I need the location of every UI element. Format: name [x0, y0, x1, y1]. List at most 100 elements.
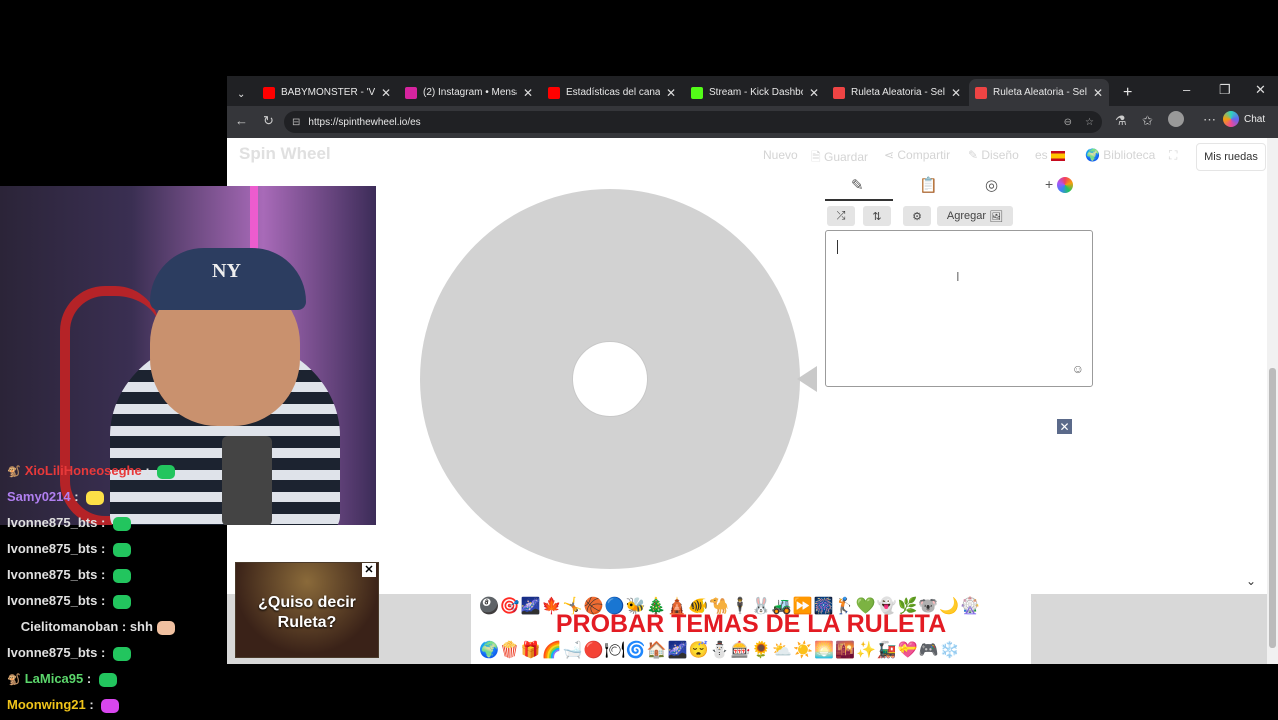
address-toolbar: ← ↻ ⊟ https://spinthewheel.io/es ⊖ ☆ ⚗ ✩… [227, 106, 1278, 138]
color-wheel-icon [1057, 177, 1074, 194]
chat-username[interactable]: Cielitomanoban [21, 619, 119, 634]
web-page: Spin Wheel Nuevo 🗎 Guardar ⋖ Compartir ✎… [227, 138, 1267, 664]
copilot-icon [1223, 111, 1239, 127]
tab-title: (2) Instagram • Mensaje [423, 87, 517, 98]
fullscreen-icon[interactable]: ⛶ [1169, 148, 1177, 163]
entries-textarea[interactable]: I ☺ [825, 230, 1093, 387]
browser-window: ⌄ BABYMONSTER - 'V✕(2) Instagram • Mensa… [227, 76, 1278, 664]
chat-username[interactable]: XioLiliHoneoseghe [25, 463, 142, 478]
tab-bar: ⌄ BABYMONSTER - 'V✕(2) Instagram • Mensa… [227, 76, 1278, 106]
profile-avatar-icon[interactable] [1168, 111, 1184, 127]
nav-diseno-label: Diseño [981, 148, 1019, 162]
nav-nuevo[interactable]: Nuevo [763, 148, 798, 162]
chat-username[interactable]: Ivonne875_bts [7, 567, 97, 582]
chat-username[interactable]: Ivonne875_bts [7, 645, 97, 660]
chat-username[interactable]: LaMica95 [25, 671, 84, 686]
close-tab-icon[interactable]: ✕ [666, 86, 676, 100]
chat-username[interactable]: Ivonne875_bts [7, 515, 97, 530]
close-tab-icon[interactable]: ✕ [381, 86, 391, 100]
chat-separator: : [83, 671, 95, 686]
nav-diseno[interactable]: ✎ Diseño [968, 148, 1019, 162]
chat-emote-icon [112, 646, 131, 661]
nav-biblioteca[interactable]: 🌍 Biblioteca [1085, 148, 1155, 162]
minimize-icon[interactable]: – [1183, 82, 1190, 97]
chat-emote-icon [112, 568, 131, 583]
wheel-center[interactable] [572, 341, 648, 417]
favorite-star-icon[interactable]: ☆ [1085, 117, 1094, 128]
more-menu-icon[interactable]: ⋯ [1203, 112, 1216, 128]
browser-tab[interactable]: BABYMONSTER - 'V ✕ [257, 79, 397, 106]
url-text: https://spinthewheel.io/es [308, 116, 421, 128]
copilot-chat-button[interactable]: Chat [1223, 111, 1265, 127]
tab-favicon-icon [548, 86, 560, 99]
chat-message: 🐒 XioLiliHoneoseghe : [7, 463, 176, 479]
wheel-pointer-icon [797, 366, 817, 392]
restore-icon[interactable]: ❐ [1219, 82, 1231, 98]
tab-title: Stream - Kick Dashboard [709, 87, 803, 98]
nav-language[interactable]: es [1035, 148, 1066, 162]
chat-message: 🐒 LaMica95 : [7, 671, 117, 687]
refresh-icon[interactable]: ↻ [263, 113, 274, 129]
spin-wheel[interactable] [420, 189, 800, 569]
close-tab-icon[interactable]: ✕ [809, 86, 819, 100]
spain-flag-icon [1051, 150, 1066, 161]
tab-title: Estadísticas del canal - Y [566, 87, 660, 98]
add-wheel-button[interactable]: + [1045, 176, 1074, 194]
chat-separator: : [97, 541, 109, 556]
browser-tab[interactable]: Ruleta Aleatoria - Selecc ✕ [969, 79, 1109, 106]
chat-emote-icon [112, 594, 131, 609]
active-tab-indicator [825, 199, 893, 201]
ad-banner[interactable]: 🎱🎯🌌🍁🤸🏀🔵🐝🎄🛕🐠🐪🕴🐰🚜⏩🎆🏌💚👻🌿🐨🌙🎡 PROBAR TEMAS DE… [471, 594, 1031, 664]
site-info-icon[interactable]: ⊟ [292, 117, 300, 128]
close-tab-icon[interactable]: ✕ [1093, 86, 1103, 100]
tab-list-icon[interactable]: ⌄ [231, 81, 251, 108]
chat-username[interactable]: Moonwing21 [7, 697, 86, 712]
chat-emote-icon [157, 464, 176, 479]
settings-gear-icon[interactable]: ⚙ [903, 206, 931, 226]
emoji-picker-icon[interactable]: ☺ [1072, 362, 1084, 376]
close-ad-icon[interactable]: ✕ [1057, 419, 1072, 434]
tab-favicon-icon [691, 86, 703, 99]
chat-separator: : [85, 697, 98, 712]
edit-pencil-icon[interactable]: ✎ [851, 176, 864, 194]
agregar-button[interactable]: Agregar 🖼 [937, 206, 1013, 226]
tab-title: Ruleta Aleatoria - Selecc [993, 87, 1087, 98]
close-window-icon[interactable]: ✕ [1255, 82, 1266, 98]
language-code: es [1035, 148, 1048, 162]
shuffle-button[interactable]: ⤮ [827, 206, 855, 226]
scrollbar-thumb[interactable] [1269, 368, 1276, 648]
chat-username[interactable]: Ivonne875_bts [7, 593, 97, 608]
nav-guardar-label: Guardar [823, 150, 869, 164]
chat-emote-icon [101, 698, 120, 713]
tab-favicon-icon [975, 86, 987, 99]
chat-username[interactable]: Ivonne875_bts [7, 541, 97, 556]
block-icon[interactable]: ⊖ [1064, 117, 1072, 128]
browser-tab[interactable]: (2) Instagram • Mensaje ✕ [399, 79, 539, 106]
close-tab-icon[interactable]: ✕ [951, 86, 961, 100]
extensions-icon[interactable]: ⚗ [1115, 113, 1127, 129]
nav-guardar[interactable]: 🗎 Guardar [811, 148, 868, 169]
roulette-ad[interactable]: ¿Quiso decir Ruleta? ✕ [235, 562, 379, 658]
scrollbar[interactable] [1267, 138, 1278, 664]
ibeam-cursor-icon: I [956, 269, 960, 284]
chat-emote-icon [98, 672, 117, 687]
sort-button[interactable]: ⇅ [863, 206, 891, 226]
favorites-icon[interactable]: ✩ [1142, 113, 1153, 129]
results-clipboard-icon[interactable]: 📋 [919, 176, 938, 194]
hide-eye-icon[interactable]: ◎ [985, 176, 998, 194]
site-logo[interactable]: Spin Wheel [239, 144, 331, 164]
browser-tab[interactable]: Ruleta Aleatoria - Selecc ✕ [827, 79, 967, 106]
address-bar[interactable]: ⊟ https://spinthewheel.io/es ⊖ ☆ [284, 111, 1102, 133]
close-icon[interactable]: ✕ [362, 563, 376, 577]
tab-favicon-icon [263, 86, 275, 99]
chat-badge-icon: 🐒 [7, 674, 21, 686]
browser-tab[interactable]: Stream - Kick Dashboard ✕ [685, 79, 825, 106]
chat-username[interactable]: Samy0214 [7, 489, 71, 504]
back-arrow-icon[interactable]: ← [235, 113, 248, 128]
new-tab-button[interactable]: + [1117, 79, 1137, 106]
close-tab-icon[interactable]: ✕ [523, 86, 533, 100]
browser-tab[interactable]: Estadísticas del canal - Y ✕ [542, 79, 682, 106]
nav-compartir[interactable]: ⋖ Compartir [884, 148, 950, 162]
mis-ruedas-button[interactable]: Mis ruedas [1196, 143, 1266, 171]
chevron-down-icon[interactable]: ⌄ [1246, 574, 1256, 588]
